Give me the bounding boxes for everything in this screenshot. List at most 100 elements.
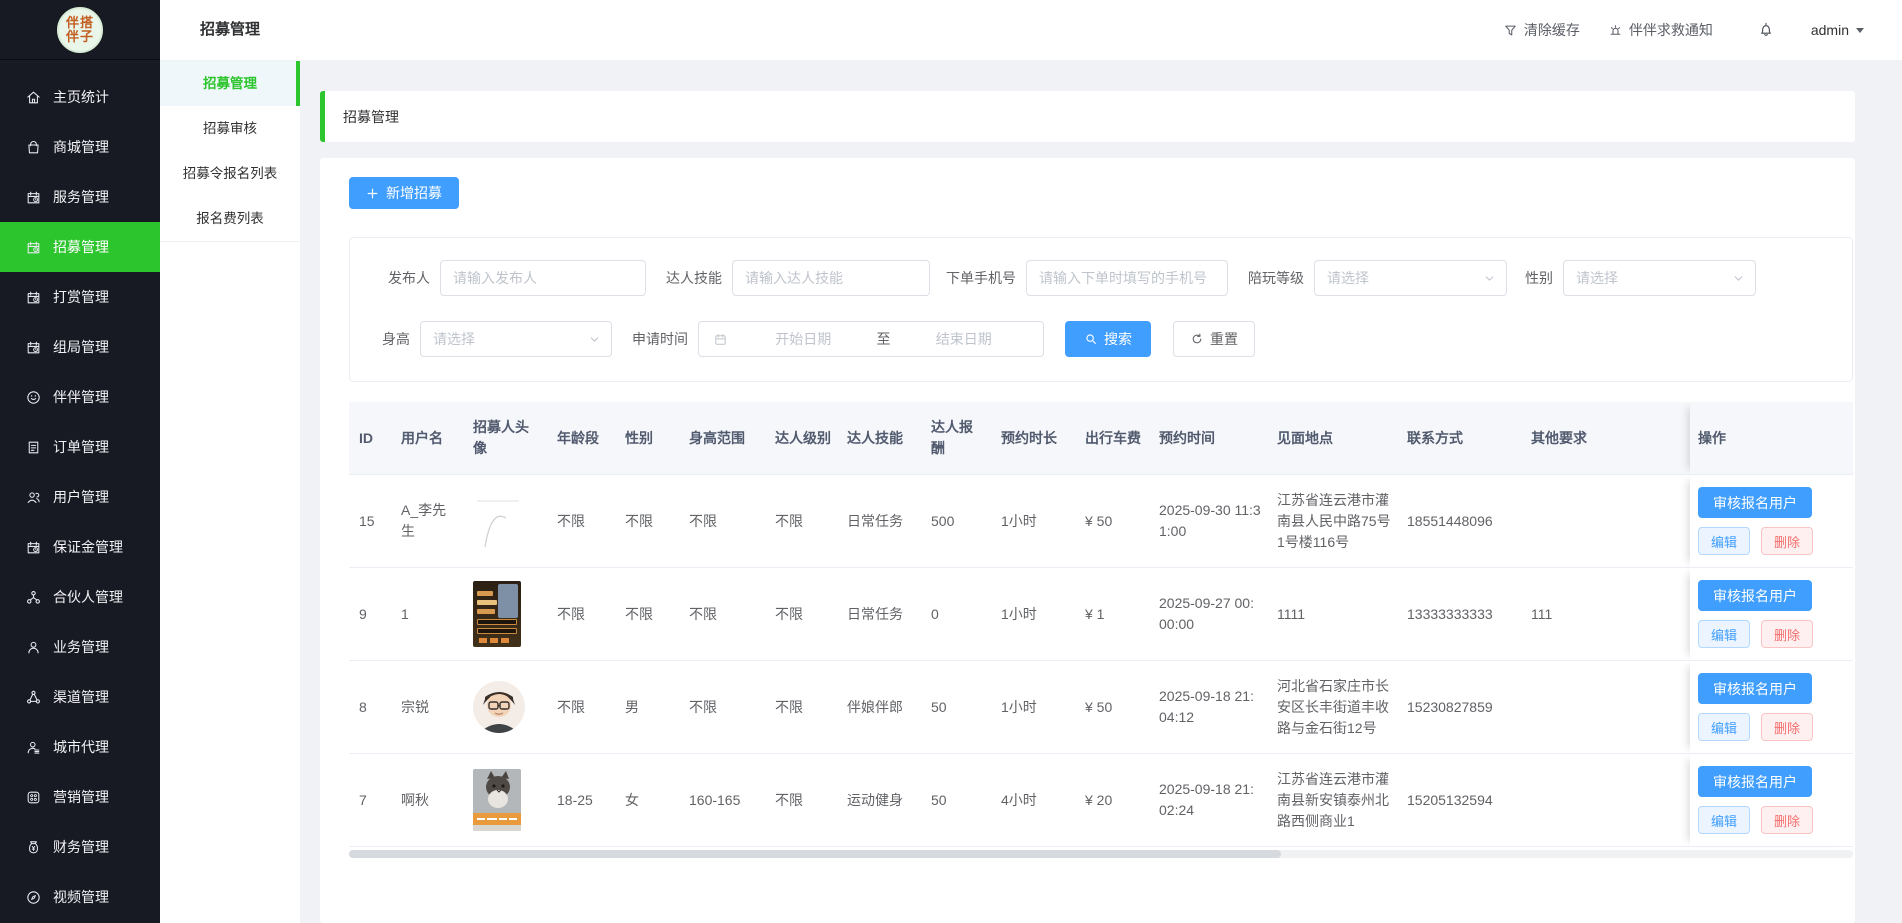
review-applicants-button[interactable]: 审核报名用户 — [1698, 766, 1812, 797]
sidebar-item-9[interactable]: 保证金管理 — [0, 522, 160, 572]
cell-talent_reward: 50 — [923, 754, 993, 847]
cell-id: 9 — [349, 568, 393, 661]
submenu-item-3[interactable]: 报名费列表 — [160, 196, 300, 241]
publisher-input[interactable] — [440, 260, 646, 296]
cell-username: 啊秋 — [393, 754, 465, 847]
sidebar-item-14[interactable]: 营销管理 — [0, 772, 160, 822]
calendar-icon — [25, 289, 42, 306]
cell-other — [1523, 661, 1690, 754]
horizontal-scrollbar[interactable] — [349, 850, 1853, 858]
cell-height_range: 160-165 — [681, 754, 767, 847]
sidebar-item-5[interactable]: 组局管理 — [0, 322, 160, 372]
cell-gender: 不限 — [617, 475, 681, 568]
filter-skill: 达人技能 — [656, 260, 930, 296]
table-row: 8宗锐不限男不限不限伴娘伴郎501小时¥ 502025-09-18 21:04:… — [349, 661, 1853, 754]
sidebar-item-6[interactable]: 伴伴管理 — [0, 372, 160, 422]
notifications-bell-button[interactable] — [1757, 20, 1775, 41]
calendar-icon — [25, 539, 42, 556]
sidebar-item-3[interactable]: 招募管理 — [0, 222, 160, 272]
avatar-image — [473, 581, 521, 647]
column-header-10: 出行车费 — [1077, 402, 1151, 475]
brand-logo-text-1: 伴搭 — [66, 16, 94, 30]
username: admin — [1811, 22, 1849, 38]
sidebar-item-2[interactable]: 服务管理 — [0, 172, 160, 222]
sidebar-item-0[interactable]: 主页统计 — [0, 72, 160, 122]
cell-duration: 1小时 — [993, 661, 1077, 754]
edit-button[interactable]: 编辑 — [1698, 713, 1750, 741]
sidebar-item-label: 服务管理 — [53, 187, 109, 207]
height-placeholder: 请选择 — [433, 329, 475, 349]
delete-button[interactable]: 删除 — [1761, 620, 1813, 648]
calendar-icon — [25, 339, 42, 356]
sidebar-item-label: 伴伴管理 — [53, 387, 109, 407]
cell-contact: 18551448096 — [1399, 475, 1523, 568]
action-buttons-row: 编辑删除 — [1698, 527, 1845, 555]
start-date-input[interactable]: 开始日期 — [734, 329, 873, 349]
end-date-input[interactable]: 结束日期 — [895, 329, 1034, 349]
compass-icon — [25, 889, 42, 906]
cell-avatar — [465, 661, 549, 754]
submenu-item-0[interactable]: 招募管理 — [160, 61, 300, 106]
cell-meet_place: 1111 — [1269, 568, 1399, 661]
delete-button[interactable]: 删除 — [1761, 713, 1813, 741]
clear-cache-button[interactable]: 清除缓存 — [1503, 20, 1580, 40]
sidebar-item-13[interactable]: 城市代理 — [0, 722, 160, 772]
skill-label: 达人技能 — [656, 268, 732, 288]
edit-button[interactable]: 编辑 — [1698, 620, 1750, 648]
column-header-4: 性别 — [617, 402, 681, 475]
delete-button[interactable]: 删除 — [1761, 527, 1813, 555]
sidebar-item-8[interactable]: 用户管理 — [0, 472, 160, 522]
sidebar-item-10[interactable]: 合伙人管理 — [0, 572, 160, 622]
sidebar-item-7[interactable]: 订单管理 — [0, 422, 160, 472]
add-recruit-button[interactable]: 新增招募 — [349, 177, 459, 209]
sidebar-item-label: 主页统计 — [53, 87, 109, 107]
table-row: 7啊秋18-25女160-165不限运动健身504小时¥ 202025-09-1… — [349, 754, 1853, 847]
sidebar-item-4[interactable]: 打赏管理 — [0, 272, 160, 322]
brand-logo-text-2: 伴子 — [66, 30, 94, 44]
sidebar-item-12[interactable]: 渠道管理 — [0, 672, 160, 722]
scrollbar-thumb[interactable] — [349, 850, 1281, 858]
date-separator: 至 — [873, 329, 895, 349]
brand-logo: 伴搭 伴子 — [57, 7, 103, 53]
cell-other — [1523, 754, 1690, 847]
submenu-item-1[interactable]: 招募审核 — [160, 106, 300, 151]
review-applicants-button[interactable]: 审核报名用户 — [1698, 487, 1812, 518]
gender-select[interactable]: 请选择 — [1563, 260, 1756, 296]
page-title-card: 招募管理 — [320, 91, 1855, 142]
share-icon — [25, 689, 42, 706]
apply-time-daterange[interactable]: 开始日期 至 结束日期 — [698, 321, 1044, 357]
gender-label: 性别 — [1517, 268, 1563, 288]
moneybag-icon — [25, 839, 42, 856]
review-applicants-button[interactable]: 审核报名用户 — [1698, 673, 1812, 704]
cell-appoint_time: 2025-09-18 21:02:24 — [1151, 754, 1269, 847]
user-menu[interactable]: admin — [1811, 22, 1864, 38]
reset-button[interactable]: 重置 — [1173, 321, 1255, 357]
order-phone-input[interactable] — [1026, 260, 1228, 296]
skill-input[interactable] — [732, 260, 930, 296]
grid-icon — [25, 789, 42, 806]
sidebar-item-label: 组局管理 — [53, 337, 109, 357]
cell-other — [1523, 475, 1690, 568]
filter-row-1: 发布人 达人技能 下单手机号 陪玩等级 请选择 — [374, 260, 1842, 296]
edit-button[interactable]: 编辑 — [1698, 806, 1750, 834]
sidebar-item-16[interactable]: 视频管理 — [0, 872, 160, 922]
filter-order-phone: 下单手机号 — [940, 260, 1228, 296]
cell-travel_fee: ¥ 1 — [1077, 568, 1151, 661]
user-icon — [25, 639, 42, 656]
review-applicants-button[interactable]: 审核报名用户 — [1698, 580, 1812, 611]
chevron-down-icon — [1732, 272, 1745, 285]
sidebar-item-label: 营销管理 — [53, 787, 109, 807]
table-row: 15A_李先生不限不限不限不限日常任务5001小时¥ 502025-09-30 … — [349, 475, 1853, 568]
delete-button[interactable]: 删除 — [1761, 806, 1813, 834]
submenu-item-2[interactable]: 招募令报名列表 — [160, 151, 300, 196]
edit-button[interactable]: 编辑 — [1698, 527, 1750, 555]
sidebar-item-label: 订单管理 — [53, 437, 109, 457]
height-select[interactable]: 请选择 — [420, 321, 612, 357]
sidebar-item-15[interactable]: 财务管理 — [0, 822, 160, 872]
companion-level-label: 陪玩等级 — [1238, 268, 1314, 288]
companion-level-select[interactable]: 请选择 — [1314, 260, 1507, 296]
sidebar-item-11[interactable]: 业务管理 — [0, 622, 160, 672]
rescue-notify-button[interactable]: 伴伴求救通知 — [1608, 20, 1713, 40]
search-button[interactable]: 搜索 — [1065, 321, 1151, 357]
sidebar-item-1[interactable]: 商城管理 — [0, 122, 160, 172]
